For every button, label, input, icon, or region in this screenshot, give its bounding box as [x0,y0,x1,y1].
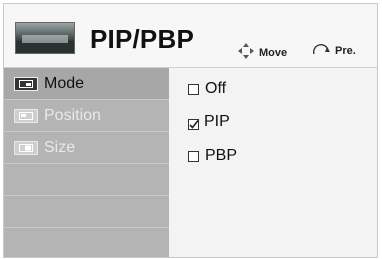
options-list: Off PIP PBP [170,68,377,257]
thumbnail-image [15,22,75,54]
menu-item-position[interactable]: Position [4,100,169,132]
option-pbp[interactable]: PBP [188,145,237,167]
option-label: PBP [205,147,238,164]
option-off[interactable]: Off [188,78,226,100]
move-hint-label: Move [259,46,288,59]
panel-body: Mode Position Size Off PIP PBP [4,68,377,257]
mode-icon [14,76,38,91]
menu-item-label: Mode [44,74,85,92]
menu-item-mode[interactable]: Mode [4,68,169,100]
panel-header: PIP/PBP Move Pre. [4,4,377,68]
previous-hint: Pre. [311,42,356,59]
menu-item-label: Size [44,138,76,156]
option-label: Off [205,80,227,97]
four-way-arrows-icon [237,42,255,63]
return-arrow-icon [311,42,331,59]
move-hint: Move [237,42,287,63]
position-icon [14,108,38,123]
menu-item-empty [4,164,169,196]
size-icon [14,140,38,155]
option-label: PIP [204,113,230,130]
menu-item-size[interactable]: Size [4,132,169,164]
menu-list: Mode Position Size [4,68,169,257]
option-pip[interactable]: PIP [188,111,230,133]
menu-item-label: Position [44,106,101,124]
checkbox[interactable] [188,150,199,162]
previous-hint-label: Pre. [335,44,356,57]
page-title: PIP/PBP [90,24,194,54]
pip-pbp-panel: PIP/PBP Move Pre. Mode Position Size Off… [3,3,378,258]
checkbox[interactable] [188,83,199,95]
menu-item-empty [4,228,169,257]
checkbox-checked[interactable] [188,117,199,130]
menu-item-empty [4,196,169,228]
